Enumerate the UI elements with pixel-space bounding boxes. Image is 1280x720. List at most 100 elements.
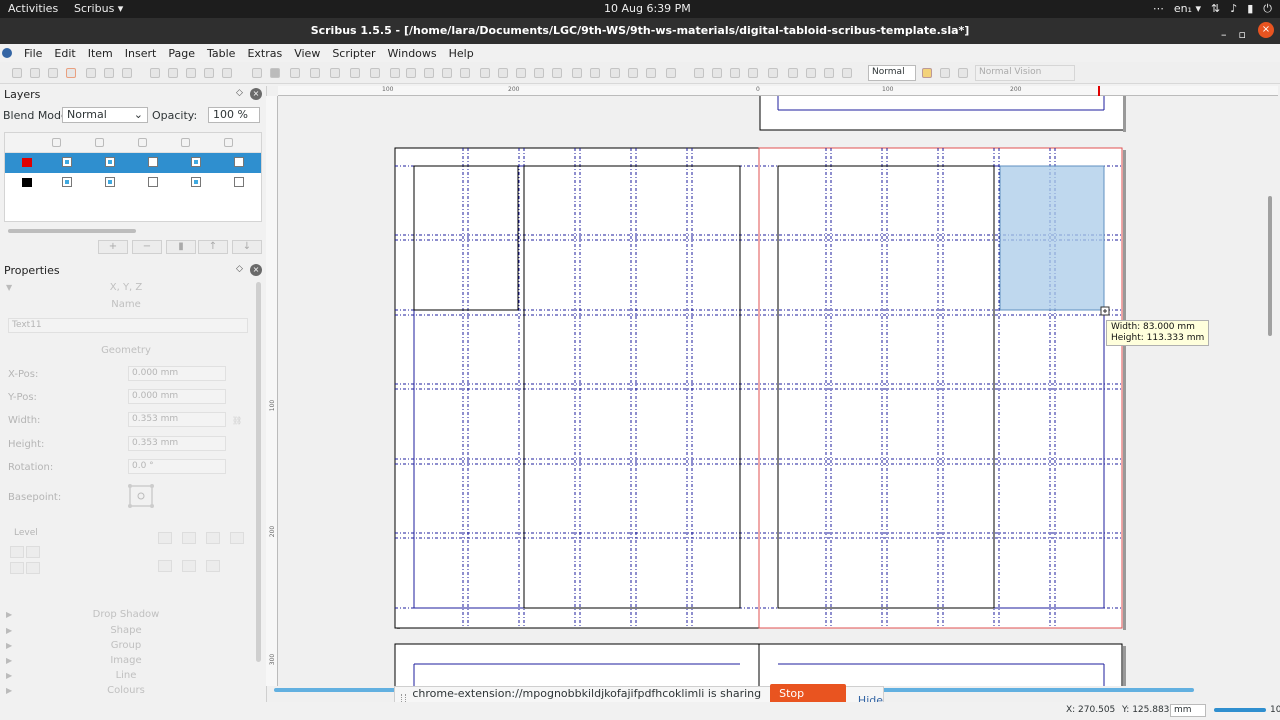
layer-print-checkbox[interactable] xyxy=(105,157,115,167)
layer-flow-checkbox[interactable] xyxy=(191,177,201,187)
zoom-level[interactable]: 100% xyxy=(1270,705,1280,715)
new-document-icon[interactable] xyxy=(12,68,22,78)
menu-windows[interactable]: Windows xyxy=(382,47,443,60)
pdf-checkbox-icon[interactable] xyxy=(712,68,722,78)
close-document-icon[interactable] xyxy=(66,68,76,78)
close-layers-panel-icon[interactable]: × xyxy=(250,88,262,100)
arc-tool-icon[interactable] xyxy=(390,68,400,78)
measure-icon[interactable] xyxy=(610,68,620,78)
image-section[interactable]: Image xyxy=(0,655,252,666)
layer-lock-checkbox[interactable] xyxy=(148,177,158,187)
flip-vertical-icon[interactable] xyxy=(206,532,220,544)
text-flow-icon[interactable] xyxy=(206,560,220,572)
redo-icon[interactable] xyxy=(168,68,178,78)
width-input[interactable]: 0.353 mm xyxy=(128,412,226,427)
calligraphy-tool-icon[interactable] xyxy=(480,68,490,78)
freehand-tool-icon[interactable] xyxy=(460,68,470,78)
pdf-list-box-icon[interactable] xyxy=(748,68,758,78)
unlink-frames-icon[interactable] xyxy=(590,68,600,78)
language-indicator[interactable]: en₁ ▾ xyxy=(1174,2,1201,16)
more-icon[interactable]: ⋯ xyxy=(1153,2,1164,16)
menu-table[interactable]: Table xyxy=(201,47,241,60)
preview-mode-select[interactable]: Normal xyxy=(868,65,916,81)
new-frame-preview[interactable] xyxy=(999,165,1105,311)
app-menu[interactable]: Scribus ▾ xyxy=(74,2,123,15)
canvas-vertical-scrollbar[interactable] xyxy=(1268,196,1272,336)
rotate-tool-icon[interactable] xyxy=(498,68,508,78)
add-layer-button[interactable]: + xyxy=(98,240,128,254)
edit-mode-icon[interactable] xyxy=(958,68,968,78)
visual-appearance-select[interactable]: Normal Vision xyxy=(975,65,1075,81)
preflight-icon[interactable] xyxy=(104,68,114,78)
layer-flow-checkbox[interactable] xyxy=(191,157,201,167)
menu-item[interactable]: Item xyxy=(82,47,119,60)
shape-section[interactable]: Shape xyxy=(0,625,252,636)
activities-button[interactable]: Activities xyxy=(8,2,58,15)
close-properties-panel-icon[interactable]: × xyxy=(250,264,262,276)
image-frame-tool-icon[interactable] xyxy=(290,68,300,78)
line-tool-icon[interactable] xyxy=(424,68,434,78)
text-frame-tool-icon[interactable] xyxy=(270,68,280,78)
zoom-tool-icon[interactable] xyxy=(516,68,526,78)
table-tool-icon[interactable] xyxy=(330,68,340,78)
render-frame-tool-icon[interactable] xyxy=(310,68,320,78)
preview-toggle-icon[interactable] xyxy=(940,68,950,78)
remove-layer-button[interactable]: − xyxy=(132,240,162,254)
properties-scrollbar[interactable] xyxy=(256,282,261,662)
pdf-extra-icon-2[interactable] xyxy=(824,68,834,78)
duplicate-layer-button[interactable]: ▮ xyxy=(166,240,196,254)
layer-row[interactable] xyxy=(5,173,261,193)
zoom-slider[interactable] xyxy=(1214,708,1266,712)
keep-ratio-chain-icon[interactable]: ⛓ xyxy=(232,416,242,425)
menu-view[interactable]: View xyxy=(288,47,326,60)
copy-icon[interactable] xyxy=(204,68,214,78)
unit-select[interactable]: mm xyxy=(1170,704,1206,717)
float-panel-icon[interactable]: ◇ xyxy=(236,264,243,274)
x-pos-input[interactable]: 0.000 mm xyxy=(128,366,226,381)
layers-horizontal-scrollbar[interactable] xyxy=(8,229,136,233)
raise-icon[interactable] xyxy=(26,546,40,558)
flip-horizontal-icon[interactable] xyxy=(182,532,196,544)
drop-shadow-section[interactable]: Drop Shadow xyxy=(0,609,252,620)
select-tool-icon[interactable] xyxy=(252,68,262,78)
clock[interactable]: 10 Aug 6:39 PM xyxy=(604,2,691,15)
undo-icon[interactable] xyxy=(150,68,160,78)
float-panel-icon[interactable]: ◇ xyxy=(236,88,243,98)
layer-visible-checkbox[interactable] xyxy=(62,157,72,167)
lock-size-icon[interactable] xyxy=(158,560,172,572)
lock-item-icon[interactable] xyxy=(230,532,244,544)
line-section[interactable]: Line xyxy=(0,670,252,681)
opacity-spinbox[interactable]: 100 % xyxy=(208,107,260,123)
edit-contents-icon[interactable] xyxy=(534,68,544,78)
layer-visible-checkbox[interactable] xyxy=(62,177,72,187)
blend-mode-select[interactable]: Normal ⌄ xyxy=(62,107,148,123)
pdf-text-annotation-icon[interactable] xyxy=(768,68,778,78)
pdf-link-annotation-icon[interactable] xyxy=(788,68,798,78)
paste-icon[interactable] xyxy=(222,68,232,78)
pdf-extra-icon-1[interactable] xyxy=(806,68,816,78)
volume-icon[interactable]: ♪ xyxy=(1230,2,1237,16)
height-input[interactable]: 0.353 mm xyxy=(128,436,226,451)
cut-icon[interactable] xyxy=(186,68,196,78)
layer-row[interactable] xyxy=(5,153,261,173)
power-icon[interactable]: ⏻ xyxy=(1263,2,1272,16)
pdf-text-field-icon[interactable] xyxy=(694,68,704,78)
menu-extras[interactable]: Extras xyxy=(241,47,288,60)
battery-icon[interactable]: ▮ xyxy=(1247,2,1253,16)
link-frames-icon[interactable] xyxy=(572,68,582,78)
flow-column-icon[interactable] xyxy=(181,138,190,147)
lower-to-bottom-icon[interactable] xyxy=(26,562,40,574)
lock-column-icon[interactable] xyxy=(138,138,147,147)
raise-layer-button[interactable]: ↑ xyxy=(198,240,228,254)
close-window-icon[interactable]: × xyxy=(1258,22,1274,38)
open-document-icon[interactable] xyxy=(30,68,40,78)
eye-dropper-icon[interactable] xyxy=(646,68,656,78)
menu-edit[interactable]: Edit xyxy=(48,47,81,60)
edit-text-icon[interactable] xyxy=(552,68,562,78)
horizontal-ruler[interactable]: 100 200 0 100 200 xyxy=(278,86,1278,96)
pdf-extra-icon-3[interactable] xyxy=(842,68,852,78)
layer-outline-checkbox[interactable] xyxy=(234,157,244,167)
polygon-tool-icon[interactable] xyxy=(370,68,380,78)
item-name-field[interactable]: Text11 xyxy=(8,318,248,333)
pdf-combo-box-icon[interactable] xyxy=(730,68,740,78)
